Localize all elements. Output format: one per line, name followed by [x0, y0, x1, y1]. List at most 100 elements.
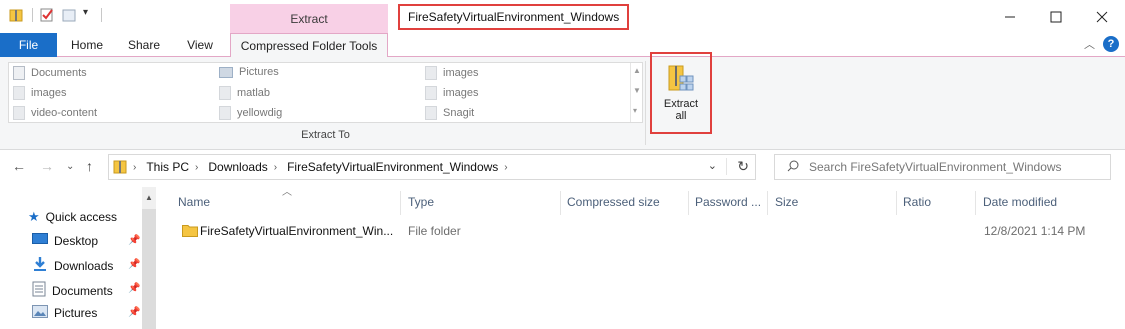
- scroll-thumb[interactable]: [142, 209, 156, 329]
- extract-all-button[interactable]: Extract all: [650, 52, 712, 134]
- column-header-password[interactable]: Password ...: [695, 191, 761, 213]
- window-title: FireSafetyVirtualEnvironment_Windows: [398, 4, 630, 30]
- back-arrow-icon[interactable]: ←: [12, 158, 26, 174]
- breadcrumb-current-folder[interactable]: FireSafetyVirtualEnvironment_Windows: [287, 160, 498, 174]
- nav-item-quick-access[interactable]: ★ Quick access: [28, 209, 117, 225]
- gallery-item-yellowdig[interactable]: yellowdig: [219, 106, 282, 120]
- maximize-button[interactable]: [1033, 0, 1079, 33]
- column-header-compressed-size[interactable]: Compressed size: [567, 191, 660, 213]
- gallery-item-label: Documents: [31, 67, 87, 79]
- minimize-button[interactable]: [987, 0, 1033, 33]
- refresh-icon[interactable]: ↻: [726, 158, 749, 175]
- nav-item-label: Downloads: [54, 258, 114, 273]
- gallery-item-images[interactable]: images: [13, 86, 66, 100]
- nav-item-label: Pictures: [54, 306, 98, 320]
- column-divider[interactable]: [560, 191, 561, 215]
- ribbon-panel: Documents images video-content Pictures …: [0, 52, 1125, 150]
- group-label-extract-to: Extract To: [301, 129, 350, 141]
- breadcrumb-chevron-icon[interactable]: ›: [274, 162, 277, 173]
- close-button[interactable]: [1079, 0, 1125, 33]
- minimize-icon: [1005, 16, 1015, 17]
- folder-icon: [219, 106, 231, 120]
- recent-locations-icon[interactable]: ⌄: [66, 161, 74, 172]
- close-icon: [1096, 11, 1108, 22]
- customize-qat-icon[interactable]: ▾: [83, 7, 93, 23]
- gallery-item-images[interactable]: images: [425, 66, 478, 80]
- extract-all-label-line2: all: [675, 110, 687, 122]
- breadcrumb-chevron-icon[interactable]: ›: [195, 162, 198, 173]
- nav-item-downloads[interactable]: Downloads: [32, 257, 113, 274]
- search-box[interactable]: Search FireSafetyVirtualEnvironment_Wind…: [774, 154, 1111, 180]
- address-bar[interactable]: › This PC › Downloads › FireSafetyVirtua…: [108, 154, 756, 180]
- scroll-down-icon[interactable]: ▼: [633, 86, 641, 95]
- column-header-ratio[interactable]: Ratio: [903, 191, 931, 213]
- pin-icon[interactable]: 📌: [128, 259, 140, 270]
- forward-arrow-icon[interactable]: →: [40, 158, 54, 174]
- qat-divider: [101, 8, 102, 22]
- zip-folder-icon[interactable]: [8, 7, 24, 23]
- tab-view[interactable]: View: [176, 33, 224, 57]
- gallery-item-label: images: [443, 87, 479, 99]
- properties-icon[interactable]: [39, 7, 55, 23]
- gallery-item-matlab[interactable]: matlab: [219, 86, 270, 100]
- gallery-more-icon[interactable]: ▾: [633, 106, 637, 115]
- documents-icon: [32, 281, 46, 300]
- breadcrumb-this-pc[interactable]: This PC: [146, 160, 189, 174]
- column-divider[interactable]: [767, 191, 768, 215]
- nav-pane-scrollbar[interactable]: ▲: [142, 187, 156, 329]
- qat-divider: [32, 8, 33, 22]
- pin-icon[interactable]: 📌: [128, 235, 140, 246]
- gallery-item-pictures[interactable]: Pictures: [219, 66, 279, 78]
- gallery-item-snagit[interactable]: Snagit: [425, 106, 474, 120]
- column-header-name[interactable]: Name: [178, 191, 210, 213]
- scroll-up-icon[interactable]: ▲: [145, 193, 153, 202]
- pin-icon[interactable]: 📌: [128, 283, 140, 294]
- nav-item-desktop[interactable]: Desktop: [32, 233, 98, 248]
- gallery-scrollbar[interactable]: ▲ ▼ ▾: [630, 63, 642, 122]
- tab-home[interactable]: Home: [62, 33, 112, 57]
- tab-file[interactable]: File: [0, 33, 57, 57]
- up-arrow-icon[interactable]: ↑: [86, 158, 93, 174]
- gallery-item-label: images: [31, 87, 67, 99]
- breadcrumb-chevron-icon[interactable]: ›: [133, 162, 136, 173]
- gallery-item-images[interactable]: images: [425, 86, 478, 100]
- zip-folder-icon: [113, 159, 127, 175]
- tab-compressed-folder-tools[interactable]: Compressed Folder Tools: [230, 33, 388, 58]
- column-divider[interactable]: [975, 191, 976, 215]
- breadcrumb-chevron-icon[interactable]: ›: [504, 162, 507, 173]
- help-icon[interactable]: ?: [1103, 36, 1119, 52]
- maximize-icon: [1050, 11, 1062, 22]
- column-divider[interactable]: [688, 191, 689, 215]
- new-folder-icon[interactable]: [61, 7, 77, 23]
- pictures-icon: [32, 305, 48, 321]
- folder-icon: [425, 106, 437, 120]
- extract-to-gallery: Documents images video-content Pictures …: [8, 62, 643, 123]
- column-header-size[interactable]: Size: [775, 191, 798, 213]
- pin-icon[interactable]: 📌: [128, 307, 140, 318]
- nav-item-label: Quick access: [45, 210, 118, 224]
- documents-icon: [13, 66, 25, 80]
- gallery-item-label: Pictures: [239, 66, 279, 78]
- nav-item-label: Desktop: [54, 233, 99, 248]
- nav-item-documents[interactable]: Documents: [32, 281, 113, 300]
- table-row[interactable]: FireSafetyVirtualEnvironment_Win... File…: [176, 220, 1086, 242]
- column-divider[interactable]: [400, 191, 401, 215]
- tab-share[interactable]: Share: [118, 33, 170, 57]
- folder-icon: [425, 86, 437, 100]
- gallery-item-video-content[interactable]: video-content: [13, 106, 97, 120]
- column-header-type[interactable]: Type: [408, 191, 434, 213]
- ribbon-tabs: File Home Share View Compressed Folder T…: [0, 33, 1125, 58]
- nav-item-label: Documents: [52, 283, 113, 298]
- nav-item-pictures[interactable]: Pictures: [32, 305, 97, 321]
- breadcrumb-downloads[interactable]: Downloads: [208, 160, 267, 174]
- download-icon: [32, 257, 48, 274]
- collapse-ribbon-icon[interactable]: ︿: [1084, 36, 1095, 52]
- star-icon: ★: [28, 209, 40, 224]
- address-dropdown-icon[interactable]: ⌄: [708, 159, 717, 172]
- gallery-item-documents[interactable]: Documents: [13, 66, 87, 80]
- column-header-date-modified[interactable]: Date modified: [983, 191, 1057, 213]
- column-divider[interactable]: [896, 191, 897, 215]
- scroll-up-icon[interactable]: ▲: [633, 66, 641, 75]
- file-name: FireSafetyVirtualEnvironment_Win...: [200, 224, 394, 238]
- navigation-bar: ← → ⌄ ↑ › This PC › Downloads › FireSafe…: [0, 150, 1125, 183]
